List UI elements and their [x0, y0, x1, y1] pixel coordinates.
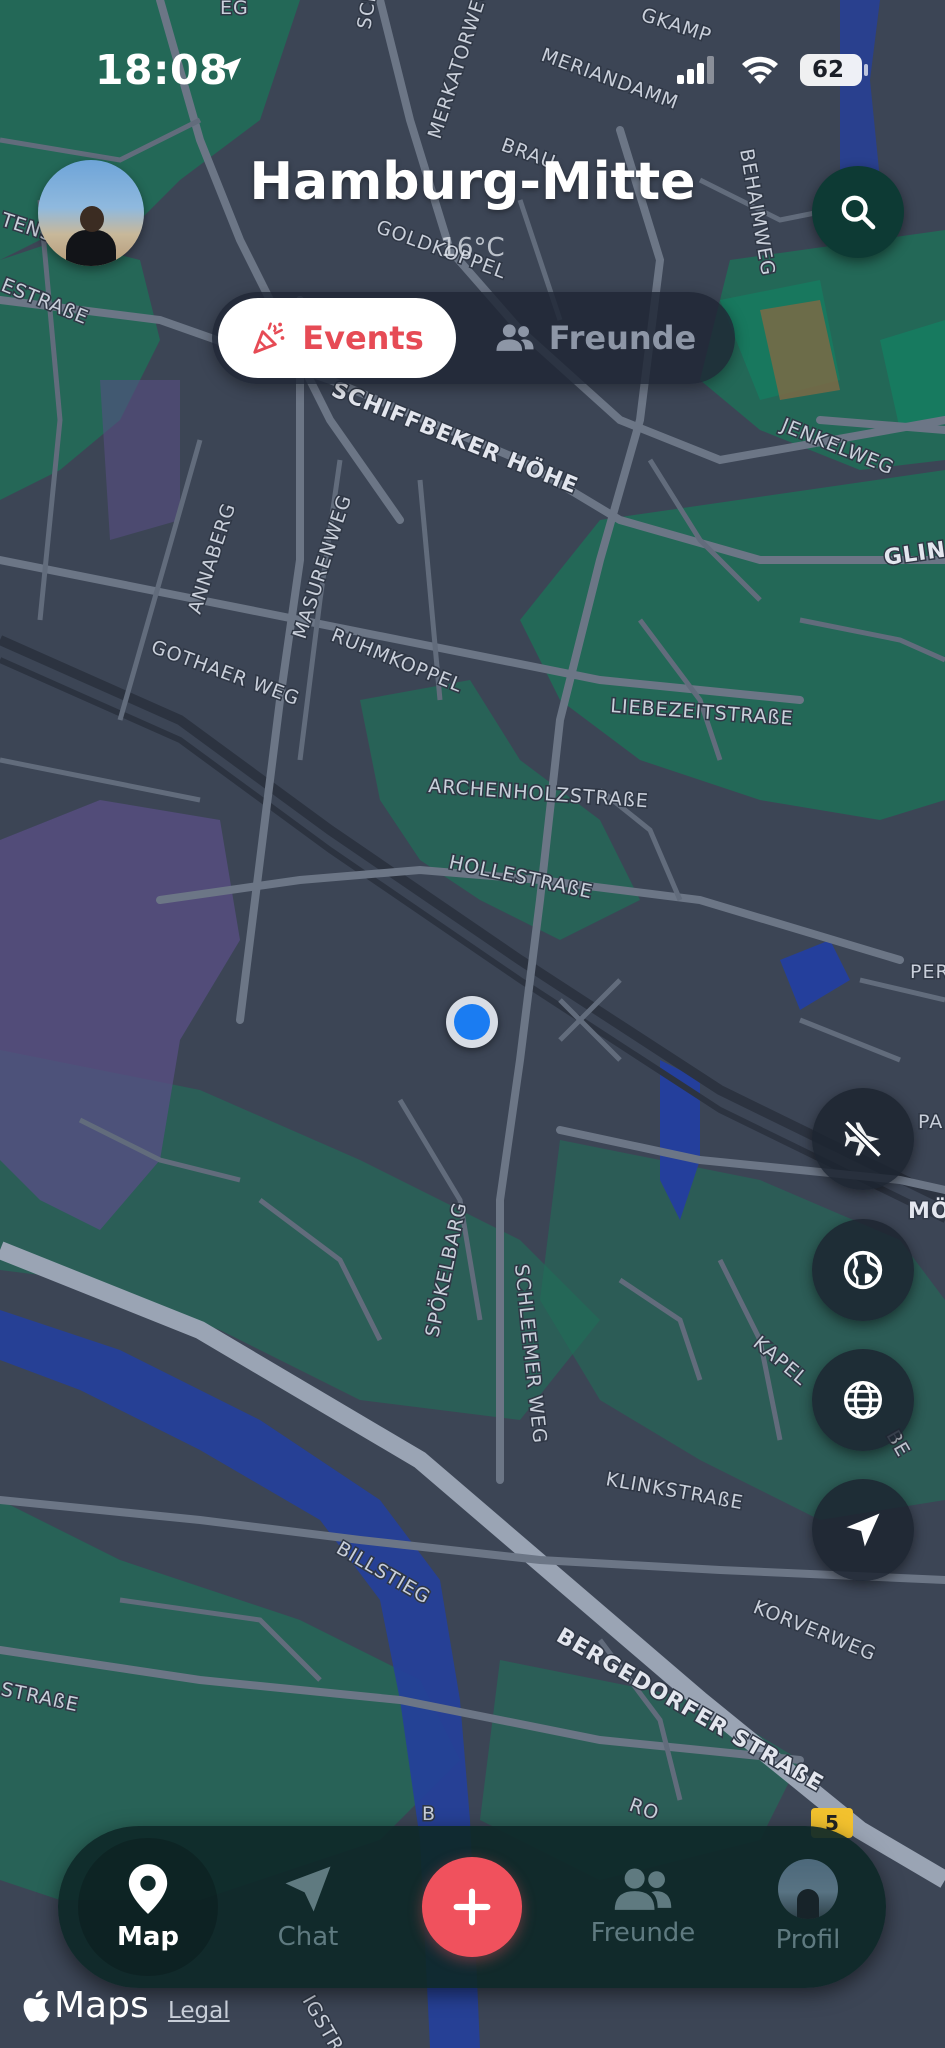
search-button[interactable] — [812, 166, 904, 258]
people-icon — [614, 1868, 672, 1910]
tab-events-label: Events — [302, 319, 424, 357]
status-time: 18:08 — [95, 46, 229, 94]
globe-grid-icon — [844, 1381, 882, 1419]
battery-indicator: 62 — [800, 54, 868, 86]
tab-freunde-label: Freunde — [590, 1918, 696, 1948]
tab-map-label: Map — [116, 1922, 180, 1952]
tab-freunde[interactable]: Freunde — [563, 1826, 723, 1988]
street-label: PA — [918, 1111, 943, 1133]
street-label: PER — [910, 961, 945, 983]
tab-chat-label: Chat — [277, 1922, 339, 1952]
globe-view-button[interactable] — [812, 1219, 914, 1321]
user-avatar[interactable] — [38, 160, 144, 266]
bottom-tab-bar: Map Chat Freunde Profil — [58, 1826, 886, 1988]
events-friends-toggle: Events Freunde — [212, 292, 735, 384]
wifi-icon — [742, 56, 778, 84]
city-title: Hamburg-Mitte — [249, 152, 696, 212]
globe-half-icon — [843, 1250, 883, 1290]
profile-avatar — [778, 1859, 838, 1919]
avatar-figure-head — [80, 206, 104, 232]
temperature-label: 16°C — [440, 233, 505, 263]
party-popper-icon — [253, 322, 285, 354]
location-services-icon — [218, 57, 242, 81]
battery-level: 62 — [811, 57, 844, 83]
tab-friends-label: Freunde — [548, 319, 697, 357]
street-label: MÖ — [908, 1198, 945, 1224]
map-pin-icon — [128, 1864, 168, 1914]
navigation-arrow-icon — [846, 1513, 880, 1547]
search-icon — [841, 195, 876, 230]
street-label: EG — [220, 0, 249, 19]
legal-link[interactable]: Legal — [168, 1998, 230, 2024]
tab-friends[interactable]: Freunde — [462, 298, 729, 378]
plus-icon — [453, 1888, 491, 1926]
airplane-mode-off-button[interactable] — [812, 1088, 914, 1190]
no-flight-icon — [844, 1120, 882, 1158]
cellular-signal-icon — [677, 56, 714, 84]
people-icon — [496, 324, 534, 351]
avatar-figure-body — [66, 230, 116, 266]
status-bar: 18:08 62 — [0, 40, 945, 100]
street-label: B — [422, 1803, 436, 1825]
tab-chat[interactable]: Chat — [238, 1826, 378, 1988]
map-style-button[interactable] — [812, 1349, 914, 1451]
maps-wordmark: Maps — [54, 1985, 149, 2026]
send-arrow-icon — [285, 1866, 331, 1912]
tab-profil-label: Profil — [775, 1925, 841, 1955]
apple-maps-logo: Maps — [22, 1985, 149, 2026]
tab-profil[interactable]: Profil — [748, 1826, 868, 1988]
user-location-dot[interactable] — [446, 996, 498, 1048]
add-event-button[interactable] — [422, 1857, 522, 1957]
recenter-location-button[interactable] — [812, 1479, 914, 1581]
apple-logo-icon — [23, 1989, 50, 2022]
tab-map[interactable]: Map — [78, 1838, 218, 1976]
tab-events[interactable]: Events — [218, 298, 456, 378]
